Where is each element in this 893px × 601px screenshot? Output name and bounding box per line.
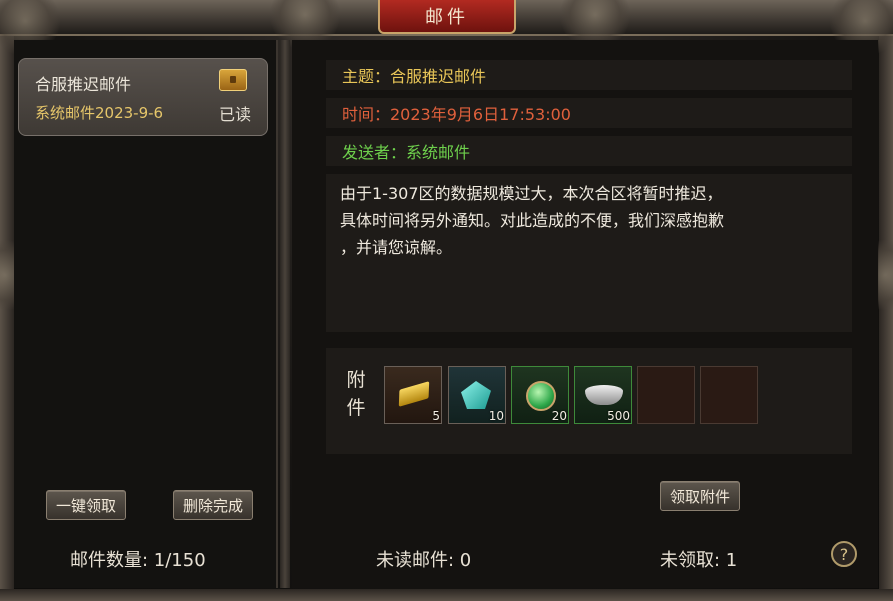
claim-all-button[interactable]: 一键领取 bbox=[46, 490, 126, 520]
attachments-panel: 附件 5 10 20 500 bbox=[326, 348, 852, 454]
delete-completed-button[interactable]: 删除完成 bbox=[173, 490, 253, 520]
empty-attachment-slot bbox=[637, 366, 695, 424]
mail-list-item[interactable]: 合服推迟邮件 系统邮件2023-9-6 已读 bbox=[18, 58, 268, 136]
attachment-slot[interactable]: 500 bbox=[574, 366, 632, 424]
frame-right-border bbox=[879, 36, 893, 601]
attachments-label: 附件 bbox=[346, 369, 366, 419]
mail-sender: 发送者：系统邮件 bbox=[326, 136, 852, 166]
gold-bar-icon bbox=[398, 381, 430, 407]
unclaimed-count: 未领取: 1 bbox=[660, 550, 738, 571]
attachment-slot[interactable]: 10 bbox=[448, 366, 506, 424]
crystal-icon bbox=[461, 381, 491, 409]
mail-count: 邮件数量: 1/150 bbox=[70, 550, 206, 571]
attachment-count: 500 bbox=[607, 409, 630, 423]
frame-bottom-border bbox=[0, 589, 893, 601]
attachment-count: 5 bbox=[432, 409, 440, 423]
window-title: 邮件 bbox=[378, 0, 516, 34]
claim-attachments-button[interactable]: 领取附件 bbox=[660, 481, 740, 511]
unread-mail-count: 未读邮件: 0 bbox=[376, 550, 472, 571]
mail-body: 由于1-307区的数据规模过大，本次合区将暂时推迟， 具体时间将另外通知。对此造… bbox=[326, 174, 852, 332]
frame-left-border bbox=[0, 36, 14, 601]
mail-item-title: 合服推迟邮件 bbox=[35, 75, 132, 94]
panel-divider bbox=[280, 40, 290, 588]
mail-item-sender-date: 系统邮件2023-9-6 bbox=[35, 104, 164, 122]
empty-attachment-slot bbox=[700, 366, 758, 424]
mail-time: 时间：2023年9月6日17:53:00 bbox=[326, 98, 852, 128]
attachment-count: 10 bbox=[488, 409, 504, 423]
green-potion-icon bbox=[526, 381, 556, 411]
mail-subject: 主题：合服推迟邮件 bbox=[326, 60, 852, 90]
help-icon[interactable]: ? bbox=[831, 541, 857, 567]
attachment-count: 20 bbox=[551, 409, 567, 423]
mail-window: 邮件 合服推迟邮件 系统邮件2023-9-6 已读 一键领取 删除完成 邮件数量… bbox=[0, 0, 893, 601]
attachment-slot[interactable]: 5 bbox=[384, 366, 442, 424]
silver-ingot-icon bbox=[585, 385, 623, 405]
mail-item-status: 已读 bbox=[218, 105, 251, 124]
attachment-slot[interactable]: 20 bbox=[511, 366, 569, 424]
treasure-chest-icon bbox=[219, 69, 247, 91]
